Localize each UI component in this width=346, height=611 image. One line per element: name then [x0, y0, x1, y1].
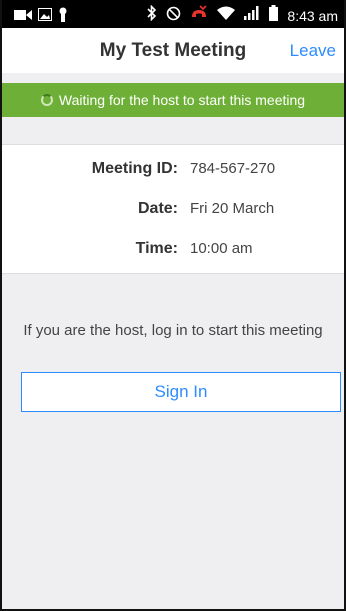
meeting-screen: 8:43 am My Test Meeting Leave Waiting fo… — [0, 0, 346, 611]
meeting-id-value: 784-567-270 — [190, 160, 276, 177]
wifi-icon — [217, 6, 236, 25]
date-label: Date: — [137, 200, 178, 217]
signal-icon — [244, 6, 260, 25]
time-label: Time: — [135, 240, 178, 257]
meeting-info-card: Meeting ID: 784-567-270 Date: Fri 20 Mar… — [2, 144, 344, 274]
battery-icon — [269, 5, 279, 26]
video-icon — [14, 8, 32, 26]
status-time: 8:43 am — [287, 7, 338, 24]
meeting-id-label: Meeting ID: — [91, 160, 178, 177]
keyhole-icon — [58, 7, 68, 27]
time-value: 10:00 am — [190, 240, 253, 257]
host-message: If you are the host, log in to start thi… — [23, 322, 323, 339]
bluetooth-icon — [147, 4, 157, 26]
status-bar-right: 8:43 am — [147, 4, 338, 26]
status-bar: 8:43 am — [2, 0, 344, 28]
waiting-text: Waiting for the host to start this meeti… — [58, 92, 306, 108]
leave-button[interactable]: Leave — [290, 41, 336, 61]
status-bar-left — [14, 7, 68, 27]
loading-spinner-icon — [40, 94, 53, 106]
date-value: Fri 20 March — [190, 200, 275, 217]
time-row: Time: 10:00 am — [2, 240, 344, 262]
meeting-header: My Test Meeting Leave — [2, 28, 344, 73]
meeting-id-row: Meeting ID: 784-567-270 — [2, 160, 344, 182]
do-not-disturb-icon — [166, 6, 181, 26]
date-row: Date: Fri 20 March — [2, 200, 344, 222]
image-icon — [38, 8, 52, 26]
missed-call-icon — [190, 5, 208, 26]
sign-in-button[interactable]: Sign In — [21, 372, 341, 412]
waiting-banner: Waiting for the host to start this meeti… — [2, 83, 344, 117]
